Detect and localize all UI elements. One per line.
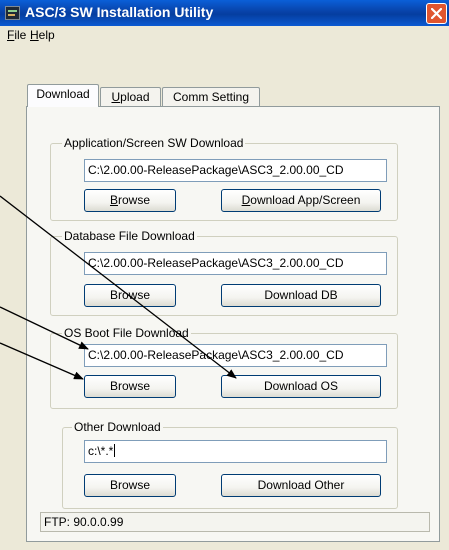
group-app-screen-title: Application/Screen SW Download (62, 136, 246, 150)
close-button[interactable] (426, 3, 447, 24)
tab-comm-setting-label: Comm Setting (172, 90, 250, 104)
database-path-field[interactable]: C:\2.00.00-ReleasePackage\ASC3_2.00.00_C… (84, 252, 387, 275)
other-path-field[interactable]: c:\*.* (84, 440, 387, 463)
app-screen-browse-mnemonic: B (109, 193, 118, 207)
download-db-button[interactable]: Download DB (221, 284, 381, 307)
group-database-title: Database File Download (62, 229, 197, 243)
database-browse-button[interactable]: Browse (84, 284, 176, 307)
ftp-status-field: FTP: 90.0.0.99 (40, 512, 430, 532)
group-os-boot-title: OS Boot File Download (62, 326, 191, 340)
app-icon (5, 6, 20, 20)
tab-upload[interactable]: Upload (100, 87, 161, 107)
os-boot-path-field[interactable]: C:\2.00.00-ReleasePackage\ASC3_2.00.00_C… (84, 344, 387, 367)
app-window: ASC/3 SW Installation Utility File Help … (0, 0, 449, 550)
menu-bar (0, 26, 449, 45)
menu-help-mnemonic: H (30, 28, 39, 42)
menu-help[interactable]: Help (30, 28, 55, 42)
title-bar[interactable]: ASC/3 SW Installation Utility (0, 0, 449, 26)
download-app-screen-label: ownload App/Screen (250, 193, 361, 207)
close-icon (431, 8, 442, 19)
group-other-title: Other Download (72, 420, 163, 434)
text-caret (114, 444, 116, 457)
tab-upload-mnemonic: U (111, 90, 121, 104)
window-title: ASC/3 SW Installation Utility (25, 4, 214, 20)
download-app-screen-button[interactable]: Download App/Screen (221, 189, 381, 212)
tab-download[interactable]: Download (27, 84, 99, 107)
app-screen-browse-button[interactable]: Browse (84, 189, 176, 212)
other-browse-button[interactable]: Browse (84, 474, 176, 497)
app-screen-path-field[interactable]: C:\2.00.00-ReleasePackage\ASC3_2.00.00_C… (84, 159, 387, 182)
os-boot-browse-button[interactable]: Browse (84, 375, 176, 398)
menu-help-label: elp (38, 28, 55, 42)
menu-file[interactable]: File (7, 28, 26, 42)
tab-upload-label: pload (120, 90, 150, 104)
menu-file-label: ile (14, 28, 27, 42)
other-path-value: c:\*.* (88, 444, 114, 458)
download-other-button[interactable]: Download Other (221, 474, 381, 497)
app-screen-browse-label: rowse (118, 193, 151, 207)
tab-download-label: Download (36, 87, 90, 101)
download-os-button[interactable]: Download OS (221, 375, 381, 398)
download-app-screen-mnemonic: D (241, 193, 251, 207)
tab-comm-setting[interactable]: Comm Setting (162, 87, 260, 107)
